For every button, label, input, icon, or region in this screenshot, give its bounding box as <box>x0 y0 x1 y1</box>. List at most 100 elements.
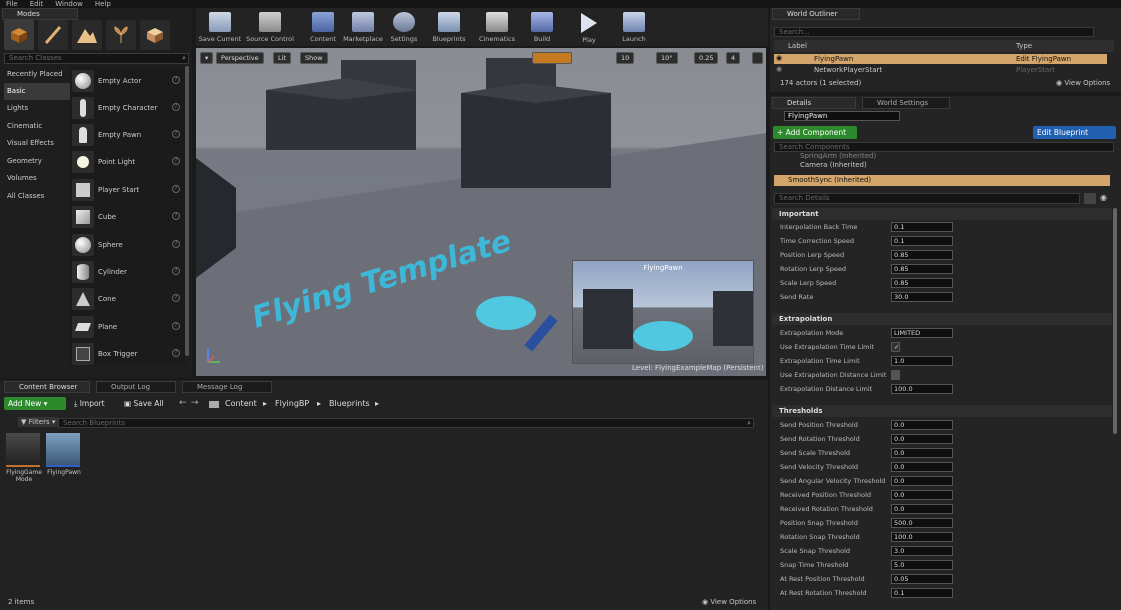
details-grid-icon[interactable] <box>1084 193 1096 204</box>
help-icon[interactable]: ? <box>172 103 180 111</box>
place-mode-icon[interactable] <box>4 20 34 50</box>
content-search-input[interactable]: Search Blueprints ⌕ <box>58 418 754 428</box>
column-type-header[interactable]: Type <box>1016 42 1032 50</box>
property-value-input[interactable]: 30.0 <box>891 292 953 302</box>
category-cinematic[interactable]: Cinematic <box>4 118 70 135</box>
section-extrapolation[interactable]: Extrapolation <box>772 313 1112 325</box>
source-control-button[interactable]: Source Control <box>246 10 294 44</box>
play-button[interactable]: Play <box>566 10 612 44</box>
outliner-row-selected[interactable]: ◉ FlyingPawn Edit FlyingPawn <box>774 54 1107 64</box>
asset-tile[interactable]: FlyingGame Mode <box>6 433 42 485</box>
item-box-trigger[interactable]: Box Trigger? <box>72 341 182 367</box>
rotation-snap-value[interactable]: 10° <box>656 52 678 64</box>
extrapolation-mode-dropdown[interactable]: LIMITED <box>891 328 953 338</box>
breadcrumb-flyingbp[interactable]: FlyingBP <box>275 399 309 408</box>
breadcrumb-content[interactable]: Content <box>225 399 257 408</box>
property-value-input[interactable]: 0.0 <box>891 420 953 430</box>
item-cube[interactable]: Cube? <box>72 204 182 230</box>
save-all-button[interactable]: ▣ Save All <box>120 397 172 410</box>
tab-message-log[interactable]: Message Log <box>182 381 272 393</box>
modes-search-input[interactable]: Search Classes ⌕ <box>4 53 189 64</box>
edit-blueprint-button[interactable]: Edit Blueprint <box>1033 126 1116 139</box>
property-value-input[interactable]: 0.05 <box>891 574 953 584</box>
scale-snap-value[interactable]: 0.25 <box>694 52 719 64</box>
details-eye-icon[interactable]: ◉ <box>1100 193 1107 202</box>
world-outliner-tab[interactable]: World Outliner <box>772 8 860 20</box>
property-value-input[interactable]: 0.1 <box>891 588 953 598</box>
build-button[interactable]: Build <box>519 10 565 44</box>
component-row[interactable]: Camera (Inherited) <box>800 161 867 169</box>
lit-button[interactable]: Lit <box>273 52 291 64</box>
component-row-selected[interactable]: SmoothSync (Inherited) <box>774 175 1110 186</box>
menu-help[interactable]: Help <box>95 0 111 8</box>
blueprints-button[interactable]: Blueprints <box>426 10 472 44</box>
modes-scrollbar[interactable] <box>185 66 189 356</box>
help-icon[interactable]: ? <box>172 349 180 357</box>
column-label-header[interactable]: Label <box>788 42 807 50</box>
help-icon[interactable]: ? <box>172 185 180 193</box>
checkbox[interactable]: ✓ <box>891 342 900 352</box>
category-all-classes[interactable]: All Classes <box>4 188 70 205</box>
outliner-view-options-button[interactable]: ◉ View Options <box>1056 79 1110 87</box>
property-value-input[interactable]: 0.1 <box>891 236 953 246</box>
section-important[interactable]: Important <box>772 208 1112 220</box>
property-value-input[interactable]: 100.0 <box>891 384 953 394</box>
filters-button[interactable]: ▼ Filters ▾ <box>18 417 59 427</box>
save-current-button[interactable]: Save Current <box>197 10 243 44</box>
property-value-input[interactable]: 100.0 <box>891 532 953 542</box>
section-thresholds[interactable]: Thresholds <box>772 405 1112 417</box>
actor-name-field[interactable]: FlyingPawn <box>784 111 900 121</box>
show-button[interactable]: Show <box>300 52 328 64</box>
tab-output-log[interactable]: Output Log <box>96 381 176 393</box>
category-volumes[interactable]: Volumes <box>4 170 70 187</box>
level-viewport[interactable]: Flying Template ▾ Perspective Lit Show 1… <box>196 48 766 376</box>
item-cone[interactable]: Cone? <box>72 286 182 312</box>
property-value-input[interactable]: 0.85 <box>891 264 953 274</box>
property-value-input[interactable]: 500.0 <box>891 518 953 528</box>
property-value-input[interactable]: 0.1 <box>891 222 953 232</box>
forward-arrow-icon[interactable]: → <box>191 398 199 408</box>
viewport-options-button[interactable]: ▾ <box>200 52 213 64</box>
category-visual-effects[interactable]: Visual Effects <box>4 135 70 152</box>
geometry-mode-icon[interactable] <box>140 20 170 50</box>
item-plane[interactable]: Plane? <box>72 314 182 340</box>
help-icon[interactable]: ? <box>172 267 180 275</box>
item-point-light[interactable]: Point Light? <box>72 149 182 175</box>
details-tab[interactable]: Details <box>772 97 856 109</box>
help-icon[interactable]: ? <box>172 130 180 138</box>
help-icon[interactable]: ? <box>172 212 180 220</box>
property-value-input[interactable]: 5.0 <box>891 560 953 570</box>
outliner-row[interactable]: ◉ NetworkPlayerStart PlayerStart <box>774 65 1107 74</box>
item-player-start[interactable]: Player Start? <box>72 177 182 203</box>
grid-snap-value[interactable]: 10 <box>616 52 635 64</box>
import-button[interactable]: ⤓ Import <box>70 397 116 410</box>
camera-speed-value[interactable]: 4 <box>726 52 741 64</box>
property-value-input[interactable]: 0.0 <box>891 462 953 472</box>
help-icon[interactable]: ? <box>172 240 180 248</box>
add-component-button[interactable]: + Add Component <box>773 126 857 139</box>
asset-tile[interactable]: FlyingPawn <box>46 433 82 485</box>
outliner-row-type[interactable]: Edit FlyingPawn <box>1016 55 1071 63</box>
property-value-input[interactable]: 0.0 <box>891 504 953 514</box>
add-new-button[interactable]: Add New ▾ <box>4 397 66 410</box>
item-empty-character[interactable]: Empty Character? <box>72 95 182 121</box>
item-empty-actor[interactable]: Empty Actor? <box>72 68 182 94</box>
transform-tools[interactable] <box>532 52 572 64</box>
menu-window[interactable]: Window <box>55 0 83 8</box>
outliner-search-input[interactable]: Search... <box>774 27 1094 37</box>
category-lights[interactable]: Lights <box>4 100 70 117</box>
settings-button[interactable]: Settings <box>381 10 427 44</box>
component-row[interactable]: SpringArm (Inherited) <box>800 152 876 159</box>
launch-button[interactable]: Launch <box>611 10 657 44</box>
property-value-input[interactable]: 1.0 <box>891 356 953 366</box>
marketplace-button[interactable]: Marketplace <box>340 10 386 44</box>
perspective-button[interactable]: Perspective <box>216 52 264 64</box>
eye-icon[interactable]: ◉ <box>776 65 782 73</box>
help-icon[interactable]: ? <box>172 294 180 302</box>
category-geometry[interactable]: Geometry <box>4 153 70 170</box>
property-value-input[interactable]: 0.85 <box>891 278 953 288</box>
item-empty-pawn[interactable]: Empty Pawn? <box>72 122 182 148</box>
property-value-input[interactable]: 0.0 <box>891 448 953 458</box>
back-arrow-icon[interactable]: ← <box>179 398 187 408</box>
content-view-options-button[interactable]: ◉ View Options <box>702 598 756 606</box>
